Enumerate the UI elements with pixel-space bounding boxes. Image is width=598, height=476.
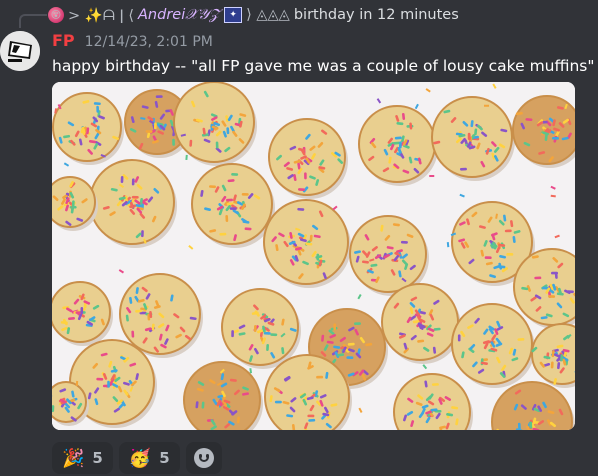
username[interactable]: FP bbox=[52, 31, 75, 50]
reply-preview[interactable]: 😵 > ✨ᗩ ǀ ⟨ 𝘈𝘯𝘥𝘳𝘦𝘪𝒳𝒴𝒵 ✦ ⟩ ◬◬◬ birthday in… bbox=[48, 5, 459, 25]
add-reaction-button[interactable] bbox=[185, 442, 222, 474]
timestamp[interactable]: 12/14/23, 2:01 PM bbox=[85, 34, 213, 50]
reply-connector bbox=[19, 14, 47, 28]
reply-text[interactable]: birthday in 12 minutes bbox=[294, 7, 459, 23]
party-popper-icon: 🎉 bbox=[62, 447, 85, 469]
cake-muffins-photo bbox=[52, 82, 575, 430]
message-content: happy birthday -- "all FP gave me was a … bbox=[52, 57, 595, 75]
reaction-party-face[interactable]: 🥳 5 bbox=[118, 442, 180, 474]
smile-icon bbox=[193, 448, 214, 468]
reply-suffix-icons: ⟩ ◬◬◬ bbox=[246, 7, 290, 23]
avatar[interactable] bbox=[0, 31, 40, 71]
reaction-count: 5 bbox=[159, 449, 170, 467]
flag-icon: ✦ bbox=[224, 7, 243, 23]
reaction-party-popper[interactable]: 🎉 5 bbox=[52, 442, 113, 474]
reply-prefix-icons: > ✨ᗩ ǀ ⟨ bbox=[68, 7, 134, 24]
reply-avatar[interactable]: 😵 bbox=[48, 7, 64, 23]
image-attachment[interactable] bbox=[52, 82, 575, 430]
party-face-icon: 🥳 bbox=[128, 447, 152, 469]
message-header: FP 12/14/23, 2:01 PM bbox=[52, 31, 213, 53]
reply-author[interactable]: 𝘈𝘯𝘥𝘳𝘦𝘪𝒳𝒴𝒵 bbox=[138, 7, 220, 23]
reactions-bar: 🎉 5 🥳 5 bbox=[52, 442, 222, 474]
reaction-count: 5 bbox=[92, 449, 103, 467]
